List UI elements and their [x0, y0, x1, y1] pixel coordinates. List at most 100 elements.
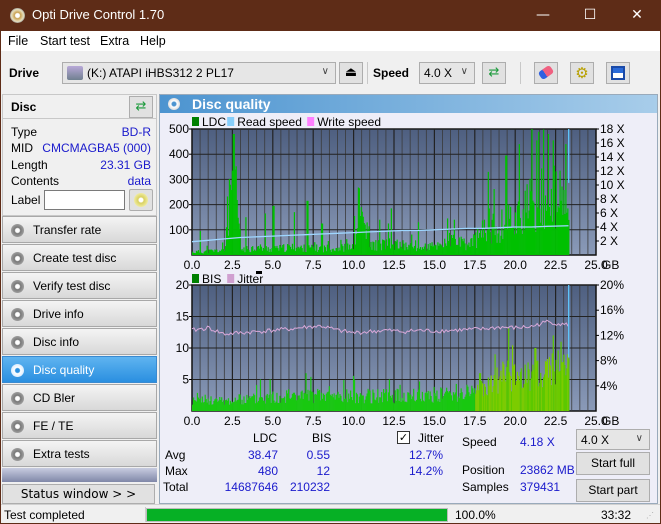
- y2-tick-label: 12%: [600, 328, 624, 342]
- x-tick-label: 17.5: [463, 258, 487, 271]
- max-label: Max: [165, 464, 188, 478]
- refresh-arrows-icon: ⇄: [488, 65, 500, 80]
- disc-label-input[interactable]: [44, 190, 125, 210]
- total-ldc: 14687646: [224, 480, 278, 494]
- nav-extra-tests[interactable]: Extra tests: [2, 440, 157, 467]
- row-value: BD-R: [121, 125, 151, 139]
- y2-tick-label: 10 X: [600, 178, 625, 192]
- ldc-bar: [293, 212, 296, 255]
- nav-create-test-disc[interactable]: Create test disc: [2, 244, 157, 271]
- y2-tick-label: 16 X: [600, 136, 625, 150]
- window-title: Opti Drive Control 1.70: [32, 7, 165, 22]
- jitter-checkbox[interactable]: ✓: [397, 431, 410, 444]
- panel-header: Disc quality: [160, 95, 657, 113]
- disc-icon: [134, 193, 148, 207]
- nav-label: Transfer rate: [33, 223, 102, 237]
- eject-button[interactable]: ⏏: [339, 62, 363, 84]
- minimize-button[interactable]: —: [520, 0, 566, 31]
- row-label: Contents: [11, 174, 60, 188]
- col-ldc-header: LDC: [253, 431, 278, 445]
- legend-swatch-write-speed: [307, 117, 315, 126]
- test-speed-value: 4.0 X: [581, 433, 610, 447]
- nav-transfer-rate[interactable]: Transfer rate: [2, 216, 157, 243]
- y2-tick-label: 20%: [600, 278, 624, 292]
- legend-label-bis: BIS: [202, 272, 221, 286]
- resize-grip-icon[interactable]: ⋰: [646, 511, 654, 520]
- x-axis-unit: GB: [602, 414, 619, 428]
- y-tick-label: 500: [169, 122, 189, 136]
- close-button[interactable]: ✕: [614, 0, 660, 31]
- nav-cd-bler[interactable]: CD Bler: [2, 384, 157, 411]
- test-speed-select[interactable]: 4.0 X ∨: [576, 429, 650, 450]
- disc-label-button[interactable]: [129, 189, 153, 211]
- row-label: Length: [11, 158, 48, 172]
- total-label: Total: [163, 480, 189, 494]
- disc-row-mid: MID CMCMAGBA5 (000): [11, 141, 151, 157]
- nav-label: Create test disc: [33, 251, 117, 265]
- avg-label: Avg: [165, 448, 186, 462]
- speed-value: 4.0 X: [424, 66, 453, 80]
- status-bar: Test completed 100.0% 33:32 ⋰: [1, 504, 660, 523]
- y2-tick-label: 14 X: [600, 150, 625, 164]
- maximize-button[interactable]: ☐: [567, 0, 613, 31]
- start-part-button[interactable]: Start part: [576, 479, 650, 502]
- nav-disc-info[interactable]: Disc info: [2, 328, 157, 355]
- x-tick-label: 5.0: [264, 258, 281, 271]
- y2-tick-label: 4%: [600, 379, 618, 393]
- y-tick-label: 5: [182, 373, 189, 387]
- left-panel: Disc ⇄ Type BD-R MID CMCMAGBA5 (000) Lengt…: [2, 94, 157, 504]
- progress-fill: [147, 509, 447, 521]
- disc-info-panel: Disc ⇄ Type BD-R MID CMCMAGBA5 (000) Lengt…: [2, 94, 157, 216]
- menu-file[interactable]: File: [8, 34, 28, 48]
- legend-swatch-ldc: [192, 117, 199, 126]
- x-tick-label: 12.5: [382, 414, 406, 428]
- disc-row-contents: Contents data: [11, 174, 151, 190]
- nav-disc-quality[interactable]: Disc quality: [2, 356, 157, 383]
- nav-fe-te[interactable]: FE / TE: [2, 412, 157, 439]
- app-window: Opti Drive Control 1.70 — ☐ ✕ File Start…: [1, 0, 660, 523]
- legend-label-write-speed: Write speed: [317, 115, 381, 129]
- speed-select[interactable]: 4.0 X ∨: [419, 62, 475, 84]
- nav-drive-info[interactable]: Drive info: [2, 300, 157, 327]
- max-bis: 12: [316, 464, 330, 478]
- avg-jitter: 12.7%: [408, 448, 443, 462]
- legend-marker: [256, 271, 262, 274]
- x-tick-label: 10.0: [342, 258, 366, 271]
- legend-swatch-bis: [192, 274, 199, 283]
- y-tick-label: 10: [176, 341, 190, 355]
- disc-icon: [11, 308, 24, 321]
- x-tick-label: 5.0: [264, 414, 281, 428]
- nav-label: Disc info: [33, 335, 80, 349]
- drive-select[interactable]: (K:) ATAPI iHBS312 2 PL17 ∨: [62, 62, 336, 84]
- menu-help[interactable]: Help: [140, 34, 166, 48]
- legend-label-jitter: Jitter: [237, 272, 263, 286]
- x-tick-label: 17.5: [463, 414, 487, 428]
- refresh-button[interactable]: ⇄: [482, 62, 506, 84]
- y2-tick-label: 12 X: [600, 164, 625, 178]
- eraser-icon: [537, 64, 555, 81]
- disc-refresh-button[interactable]: ⇄: [129, 96, 153, 118]
- row-value: 23.31 GB: [100, 158, 151, 172]
- settings-button[interactable]: ⚙: [570, 62, 594, 84]
- row-label: Type: [11, 125, 38, 139]
- legend-swatch-jitter: [227, 274, 235, 283]
- chevron-down-icon: ∨: [635, 433, 643, 444]
- start-full-button[interactable]: Start full: [576, 452, 650, 475]
- legend-label-read-speed: Read speed: [237, 115, 302, 129]
- legend-swatch-read-speed: [227, 117, 235, 126]
- nav-label: CD Bler: [33, 391, 76, 405]
- menu-extra[interactable]: Extra: [100, 34, 129, 48]
- y-tick-label: 100: [169, 223, 189, 237]
- x-tick-label: 2.5: [224, 414, 241, 428]
- erase-button[interactable]: [534, 62, 558, 84]
- toolbar: Drive (K:) ATAPI iHBS312 2 PL17 ∨ ⏏ Spee…: [1, 51, 660, 94]
- x-tick-label: 22.5: [544, 258, 568, 271]
- save-button[interactable]: [606, 62, 630, 84]
- menu-start-test[interactable]: Start test: [40, 34, 90, 48]
- y-tick-label: 200: [169, 198, 189, 212]
- disc-row-type: Type BD-R: [11, 125, 151, 141]
- status-window-button[interactable]: Status window > >: [2, 484, 155, 504]
- nav-verify-test-disc[interactable]: Verify test disc: [2, 272, 157, 299]
- progress-text: 100.0%: [455, 508, 496, 522]
- disc-icon: [11, 420, 24, 433]
